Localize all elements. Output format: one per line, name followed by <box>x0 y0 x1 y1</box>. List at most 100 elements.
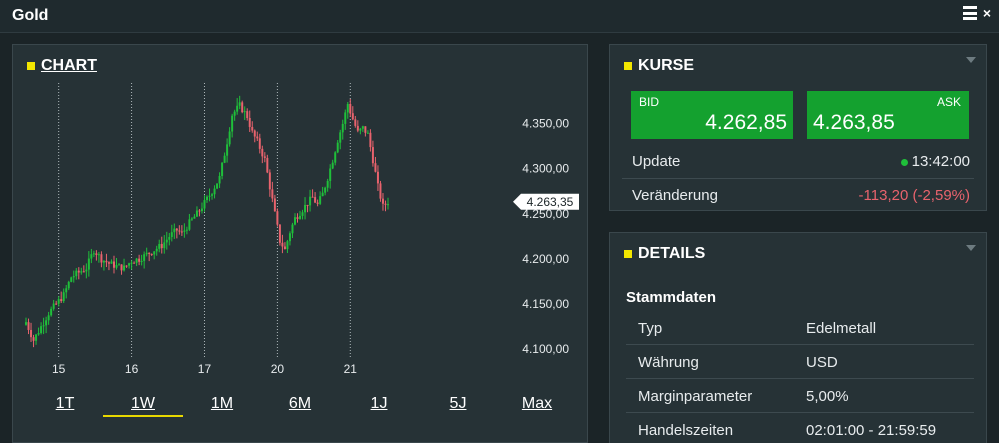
candle-body <box>356 125 359 131</box>
candle-body <box>226 144 229 156</box>
close-icon[interactable]: × <box>983 6 991 20</box>
candle-body <box>72 276 75 278</box>
candle-body <box>321 192 324 197</box>
candle-body <box>135 258 138 263</box>
range-button-1w[interactable]: 1W <box>131 395 155 413</box>
candle-body <box>296 217 299 219</box>
candle-body <box>304 204 307 213</box>
candle-body <box>170 232 173 237</box>
y-tick-label: 4.150,00 <box>522 297 569 311</box>
candle-body <box>82 271 85 273</box>
candle-body <box>45 320 48 326</box>
candle-body <box>213 188 216 195</box>
chart-panel: 15 16 17 20 21 4.350,00 4.300,00 4.250,00 4.200,… <box>12 44 588 443</box>
candle-body <box>236 105 239 112</box>
candle-body <box>105 260 108 263</box>
candle-body <box>256 136 259 139</box>
range-button-1t[interactable]: 1T <box>56 395 75 413</box>
ask-button[interactable]: ASK 4.263,85 <box>807 91 969 139</box>
change-label: Veränderung <box>632 187 718 204</box>
candle-body <box>324 187 327 193</box>
detail-key: Marginparameter <box>638 388 753 405</box>
candle-body <box>35 334 38 341</box>
candle-body <box>253 130 256 137</box>
window-title: Gold <box>12 7 49 24</box>
candle-body <box>80 271 83 273</box>
candle-body <box>77 270 80 273</box>
candle-body <box>60 299 63 302</box>
x-tick-label: 21 <box>344 362 358 376</box>
candle-body <box>223 155 226 163</box>
candle-body <box>354 119 357 126</box>
candle-body <box>361 126 364 129</box>
candle-body <box>50 308 53 316</box>
candle-body <box>190 218 193 220</box>
row-divider <box>622 178 974 179</box>
range-button-1j[interactable]: 1J <box>371 395 388 413</box>
candle-body <box>120 264 123 271</box>
candle-body <box>67 281 70 289</box>
candle-body <box>218 175 221 184</box>
candle-body <box>379 183 382 199</box>
candle-body <box>238 102 241 106</box>
range-button-5j[interactable]: 5J <box>450 395 467 413</box>
update-label: Update <box>632 153 681 170</box>
candle-body <box>366 132 369 134</box>
candle-body <box>291 224 294 234</box>
candle-body <box>344 112 347 124</box>
detail-value: 5,00% <box>806 388 849 405</box>
range-button-1m[interactable]: 1M <box>211 395 233 413</box>
bid-button[interactable]: BID 4.262,85 <box>631 91 793 139</box>
candle-body <box>118 264 121 266</box>
candle-body <box>32 337 35 341</box>
candle-body <box>266 157 269 173</box>
candle-body <box>30 329 33 338</box>
candle-body <box>221 162 224 176</box>
y-tick-label: 4.200,00 <box>522 252 569 266</box>
candle-body <box>90 254 93 259</box>
candle-body <box>251 126 254 131</box>
candle-body <box>158 243 161 249</box>
candle-body <box>248 118 251 127</box>
candle-body <box>150 253 153 255</box>
range-button-max[interactable]: Max <box>522 395 552 413</box>
candle-body <box>37 333 40 335</box>
candle-body <box>138 258 141 262</box>
candle-body <box>376 171 379 184</box>
candle-body <box>40 326 43 334</box>
candle-body <box>369 132 372 148</box>
panel-marker-icon <box>624 250 632 258</box>
candle-body <box>168 236 171 240</box>
candle-body <box>112 261 115 268</box>
candle-body <box>288 233 291 242</box>
candle-body <box>384 203 387 205</box>
candle-body <box>293 217 296 225</box>
candle-body <box>115 265 118 268</box>
candle-body <box>301 212 304 216</box>
candle-body <box>143 254 146 261</box>
candle-body <box>241 102 244 113</box>
candle-body <box>263 156 266 158</box>
candle-body <box>243 111 246 113</box>
price-chart[interactable]: 15 16 17 20 214.350,004.300,004.250,004.200,… <box>13 45 587 390</box>
candle-body <box>316 202 319 204</box>
details-panel-title: DETAILS <box>638 245 706 262</box>
section-heading: Stammdaten <box>626 289 717 306</box>
candle-body <box>371 147 374 164</box>
candle-body <box>359 128 362 131</box>
chart-panel-title[interactable]: CHART <box>41 57 97 75</box>
candle-body <box>193 216 196 219</box>
candle-body <box>261 148 264 157</box>
collapse-caret-icon[interactable] <box>966 245 976 251</box>
candle-body <box>299 215 302 219</box>
candle-body <box>195 210 198 217</box>
candle-body <box>233 111 236 116</box>
range-button-6m[interactable]: 6M <box>289 395 311 413</box>
candle-body <box>92 253 95 255</box>
candle-body <box>329 168 332 181</box>
candle-body <box>100 254 103 263</box>
collapse-caret-icon[interactable] <box>966 57 976 63</box>
candle-body <box>102 260 105 263</box>
detail-key: Typ <box>638 320 663 337</box>
hamburger-menu-icon[interactable] <box>962 6 977 20</box>
